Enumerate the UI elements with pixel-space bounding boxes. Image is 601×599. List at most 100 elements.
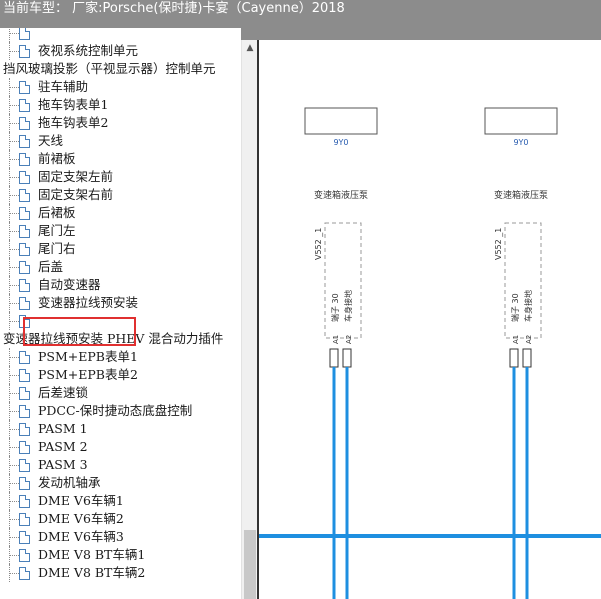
- tree-item[interactable]: 固定支架右前: [0, 186, 241, 204]
- document-icon: [19, 297, 30, 310]
- tree-connector: [9, 366, 19, 384]
- tree-connector: [9, 420, 19, 438]
- tree-item[interactable]: 后差速锁: [0, 384, 241, 402]
- document-icon: [19, 567, 30, 580]
- tree-item-label: DME V6车辆2: [38, 511, 124, 526]
- document-icon: [19, 387, 30, 400]
- tree-connector: [9, 78, 19, 96]
- tree-connector: [9, 168, 19, 186]
- tree-connector: [9, 294, 19, 312]
- tree-connector: [9, 186, 19, 204]
- tree-connector: [9, 240, 19, 258]
- tree-item[interactable]: 天线: [0, 132, 241, 150]
- tree-item[interactable]: 固定支架左前: [0, 168, 241, 186]
- tree-connector: [9, 510, 19, 528]
- document-icon: [19, 207, 30, 220]
- tree-connector: [9, 150, 19, 168]
- tree-item[interactable]: DME V6车辆2: [0, 510, 241, 528]
- tree-connector: [9, 114, 19, 132]
- tree-connector: [9, 492, 19, 510]
- tree-item[interactable]: 拖车钩表单2: [0, 114, 241, 132]
- tree-connector: [9, 28, 19, 42]
- tree-item[interactable]: 后裙板: [0, 204, 241, 222]
- selection-highlight: [23, 317, 136, 346]
- tree-item-label: DME V6车辆1: [38, 493, 124, 508]
- terminal-label: 端子 30: [330, 293, 340, 322]
- tree-connector: [9, 456, 19, 474]
- tree-item[interactable]: 尾门左: [0, 222, 241, 240]
- tree-item[interactable]: [0, 28, 241, 42]
- tree-item[interactable]: PSM+EPB表单2: [0, 366, 241, 384]
- connector-box: [304, 107, 378, 135]
- pin-terminal: [522, 348, 532, 368]
- tree-item[interactable]: 变速器拉线预安装: [0, 294, 241, 312]
- tree-item[interactable]: 夜视系统控制单元: [0, 42, 241, 60]
- scroll-up-arrow[interactable]: ▲: [242, 40, 258, 56]
- tree-connector: [9, 348, 19, 366]
- document-icon: [19, 405, 30, 418]
- document-icon: [19, 531, 30, 544]
- document-icon: [19, 153, 30, 166]
- tree-connector: [9, 132, 19, 150]
- pin-terminal: [509, 348, 519, 368]
- tree-item-label: 固定支架左前: [38, 169, 114, 184]
- tree-item-label: 后盖: [38, 259, 64, 274]
- wiring-diagram: 9Y0 变速箱液压泵 V552 _1 端子 30 车身接地 A1 A2 9Y0 变速箱液压泵 V5…: [257, 40, 601, 599]
- tree-item[interactable]: 发动机轴承: [0, 474, 241, 492]
- tree-item-label: 拖车钩表单2: [38, 115, 109, 130]
- tree-item[interactable]: PDCC-保时捷动态底盘控制: [0, 402, 241, 420]
- tree-connector: [9, 384, 19, 402]
- tree-item-label: PSM+EPB表单1: [38, 349, 138, 364]
- tree-item[interactable]: DME V8 BT车辆2: [0, 564, 241, 582]
- tree-item[interactable]: 自动变速器: [0, 276, 241, 294]
- terminal-label: 端子 30: [510, 293, 520, 322]
- tree-connector: [9, 474, 19, 492]
- tree-item[interactable]: PASM 2: [0, 438, 241, 456]
- tree-item-label: 尾门右: [38, 241, 76, 256]
- wiring-diagram-canvas: 9Y0变速箱液压泵V552 _1端子 30 车身接地A1 A29Y0变速箱液压泵V5…: [259, 107, 601, 599]
- tree-item[interactable]: 后盖: [0, 258, 241, 276]
- document-icon: [19, 243, 30, 256]
- tree-item-label: 后差速锁: [38, 385, 89, 400]
- document-icon: [19, 261, 30, 274]
- tree-item[interactable]: DME V6车辆1: [0, 492, 241, 510]
- connector-box: [484, 107, 558, 135]
- tree-item-label: 夜视系统控制单元: [38, 43, 139, 58]
- scroll-thumb[interactable]: [244, 530, 256, 599]
- component-title: 变速箱液压泵: [314, 189, 368, 201]
- tree-item[interactable]: PASM 3: [0, 456, 241, 474]
- document-icon: [19, 117, 30, 130]
- tree-item[interactable]: PASM 1: [0, 420, 241, 438]
- tree-item-label: 发动机轴承: [38, 475, 101, 490]
- connector-code-label: 9Y0: [513, 138, 528, 147]
- tree-item-label: PDCC-保时捷动态底盘控制: [38, 403, 193, 418]
- tree-item-label: PASM 1: [38, 421, 88, 436]
- tree-item-label: PASM 2: [38, 439, 88, 454]
- terminal-label: 车身接地: [343, 290, 353, 322]
- document-icon: [19, 369, 30, 382]
- tree-connector: [9, 222, 19, 240]
- tree-item[interactable]: 拖车钩表单1: [0, 96, 241, 114]
- tree-connector: [9, 204, 19, 222]
- tree-item[interactable]: DME V8 BT车辆1: [0, 546, 241, 564]
- tree-category[interactable]: 挡风玻璃投影（平视显示器）控制单元: [0, 60, 241, 78]
- tree-item[interactable]: 驻车辅助: [0, 78, 241, 96]
- tree-connector: [9, 276, 19, 294]
- tree-connector: [9, 528, 19, 546]
- document-icon: [19, 189, 30, 202]
- document-icon: [19, 81, 30, 94]
- document-icon: [19, 459, 30, 472]
- document-icon: [19, 171, 30, 184]
- document-icon: [19, 441, 30, 454]
- tree-item-label: 挡风玻璃投影（平视显示器）控制单元: [3, 61, 216, 76]
- tree-scrollbar[interactable]: ▲: [241, 40, 257, 599]
- tree-connector: [9, 438, 19, 456]
- tree-item[interactable]: 尾门右: [0, 240, 241, 258]
- tree-item-label: 后裙板: [38, 205, 76, 220]
- tree-item[interactable]: PSM+EPB表单1: [0, 348, 241, 366]
- tree-item[interactable]: DME V6车辆3: [0, 528, 241, 546]
- component-tree[interactable]: 夜视系统控制单元挡风玻璃投影（平视显示器）控制单元驻车辅助 拖车钩表单1 拖车钩表单…: [0, 28, 241, 599]
- component-title: 变速箱液压泵: [494, 189, 548, 201]
- pin-label: A2: [525, 335, 533, 344]
- tree-item[interactable]: 前裙板: [0, 150, 241, 168]
